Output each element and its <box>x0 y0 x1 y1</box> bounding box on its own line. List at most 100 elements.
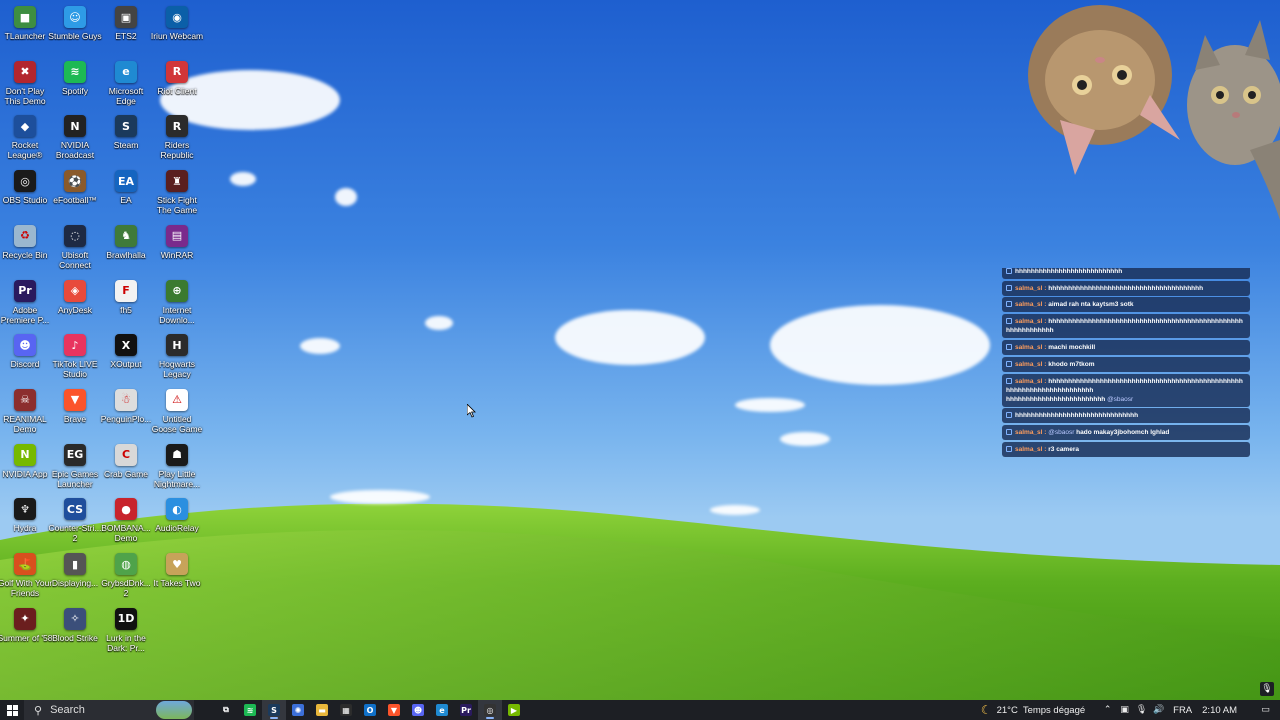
chat-username: salma_sl : <box>1015 285 1047 292</box>
desktop-icon[interactable]: ♞ Brawlhalla <box>101 221 151 275</box>
desktop-icon[interactable]: Ffh5 <box>101 276 151 330</box>
language-indicator[interactable]: FRA <box>1173 705 1192 716</box>
taskbar-app-spotify[interactable]: ≋ <box>238 700 262 720</box>
app-icon: ■ <box>14 6 36 28</box>
app-icon: ◌ <box>64 224 86 247</box>
desktop-icon[interactable]: ◎ OBS Studio <box>0 166 50 220</box>
desktop-icon[interactable]: ▼ Brave <box>50 385 100 439</box>
desktop-icon-label: Don't Play This Demo <box>4 85 46 106</box>
store-icon: ▦ <box>340 704 352 716</box>
desktop-icon[interactable]: H Hogwarts Legacy <box>152 330 202 384</box>
taskbar-app-edge[interactable]: e <box>430 700 454 720</box>
microphone-icon[interactable]: 🎙 <box>1260 682 1274 696</box>
app-icon: e <box>115 60 137 83</box>
desktop-icon[interactable]: ▤ WinRAR <box>152 221 202 275</box>
desktop-icon[interactable]: ♜ Stick Fight The Game <box>152 166 202 220</box>
chat-message: salma_sl : r3 camera <box>1002 442 1250 457</box>
desktop-icon[interactable]: X XOutput <box>101 330 151 384</box>
desktop-icon[interactable]: ✧ Blood Strike <box>50 604 100 658</box>
desktop-icon[interactable]: ≋ Spotify <box>50 57 100 111</box>
desktop-icon-label: Brave <box>63 413 87 424</box>
desktop-icon[interactable]: ◍ GrybsdDnk... 2 <box>101 549 151 603</box>
taskbar-app-task-view[interactable]: ⧉ <box>214 700 238 720</box>
desktop-icon[interactable]: e Microsoft Edge <box>101 57 151 111</box>
taskbar-app-outlook[interactable]: O <box>358 700 382 720</box>
desktop-icon[interactable]: CS Counter-Stri... 2 <box>49 494 101 548</box>
desktop-icon[interactable]: ◌ Ubisoft Connect <box>50 221 100 275</box>
desktop-icon[interactable]: ☺ Stumble Guys <box>48 2 102 56</box>
desktop-icon-label: Internet Downlo... <box>159 304 195 325</box>
start-button[interactable] <box>0 700 24 720</box>
chat-message: salma_sl : hhhhhhhhhhhhhhhhhhhhhhhhhhhhh… <box>1002 314 1250 338</box>
desktop-icon[interactable]: ◐ AudioRelay <box>152 494 202 548</box>
chat-username: salma_sl : <box>1015 301 1047 308</box>
desktop-icon[interactable]: ◆ Rocket League® <box>0 111 50 165</box>
desktop-icon[interactable]: ⚠ Untitled Goose Game <box>152 385 202 439</box>
desktop-icon[interactable]: ▮ Displaying... <box>50 549 100 603</box>
taskbar-app-premiere[interactable]: Pr <box>454 700 478 720</box>
desktop-icon-label: Golf With Your Friends <box>0 578 53 598</box>
desktop-icon-label: TikTok LIVE Studio <box>52 359 98 380</box>
app-icon: ◉ <box>166 6 188 28</box>
taskbar-app-obs[interactable]: ◎ <box>478 700 502 720</box>
volume-icon[interactable]: 🔊 <box>1150 705 1167 715</box>
desktop-icon[interactable]: C Crab Game <box>101 440 151 494</box>
desktop-icon[interactable]: ☠ REANIMAL Demo <box>0 385 50 439</box>
outlook-icon: O <box>364 704 376 716</box>
desktop-icon[interactable]: ◉ Iriun Webcam <box>151 2 203 56</box>
chat-message: hhhhhhhhhhhhhhhhhhhhhhhhhhhhhhh <box>1002 408 1250 423</box>
desktop-icon-label: REANIMAL Demo <box>3 413 47 434</box>
desktop-icon[interactable]: ♪ TikTok LIVE Studio <box>50 330 100 384</box>
desktop-icon[interactable]: ✦ Summer of '58 <box>0 604 53 658</box>
desktop-icon[interactable]: ◈ AnyDesk <box>50 276 100 330</box>
taskbar-app-copilot[interactable]: ✺ <box>286 700 310 720</box>
desktop-icon[interactable]: ♥ It Takes Two <box>152 549 202 603</box>
desktop-icon[interactable]: ⊕ Internet Downlo... <box>152 276 202 330</box>
app-icon: ☻ <box>14 334 36 357</box>
weather-desc: Temps dégagé <box>1022 704 1086 716</box>
clock[interactable]: 2:10 AM <box>1202 705 1237 716</box>
desktop-icon[interactable]: ■ TLauncher <box>0 2 50 56</box>
desktop-icon[interactable]: ☗ Play Little Nightmare... <box>152 440 202 494</box>
app-icon: ⊕ <box>166 279 188 302</box>
taskbar-app-file-explorer[interactable]: ▬ <box>310 700 334 720</box>
desktop-icon[interactable]: EA EA <box>101 166 151 220</box>
desktop-icon[interactable]: ☻ Discord <box>0 330 50 384</box>
notification-icon[interactable]: ▭ <box>1257 705 1274 715</box>
chevron-up-icon[interactable]: ⌃ <box>1099 705 1116 715</box>
taskbar-search-box[interactable]: ⚲ Search <box>24 700 194 720</box>
weather-widget[interactable]: ☾ 21°C Temps dégagé <box>981 703 1085 717</box>
taskbar-app-nvidia[interactable]: ▶ <box>502 700 526 720</box>
desktop-icon[interactable]: N NVIDIA App <box>0 440 50 494</box>
taskbar-app-steam[interactable]: S <box>262 700 286 720</box>
desktop-icon[interactable]: ☃ PenguinPlo... <box>101 385 151 439</box>
desktop-icon[interactable]: ♻ Recycle Bin <box>0 221 50 275</box>
desktop-icon[interactable]: N NVIDIA Broadcast <box>50 111 100 165</box>
app-icon: ▮ <box>64 553 86 575</box>
taskbar-app-brave[interactable]: ▼ <box>382 700 406 720</box>
chat-mention: @sbaosr <box>1048 429 1075 436</box>
chat-text: hhhhhhhhhhhhhhhhhhhhhhhhhhhhhhh <box>1015 412 1139 419</box>
desktop-icon[interactable]: EG Epic Games Launcher <box>50 440 100 494</box>
edge-icon: e <box>436 704 448 716</box>
desktop-icon[interactable]: Pr Adobe Premiere P... <box>0 276 50 330</box>
desktop-icon[interactable]: ▣ ETS2 <box>101 2 151 56</box>
desktop-icon[interactable]: ⚽ eFootball™ <box>50 166 100 220</box>
chat-platform-icon <box>1006 268 1012 275</box>
taskbar-app-store[interactable]: ▦ <box>334 700 358 720</box>
microphone-tray-icon[interactable]: 🎙 <box>1133 705 1150 715</box>
desktop-icon[interactable]: ♆ Hydra <box>0 494 50 548</box>
desktop-icon[interactable]: ⛳ Golf With Your Friends <box>0 549 53 603</box>
desktop-icon[interactable]: 1D Lurk in the Dark: Pr... <box>101 604 151 658</box>
desktop-icon[interactable]: R Riot Client <box>152 57 202 111</box>
app-icon: ▼ <box>64 388 86 411</box>
taskbar-app-discord[interactable]: ☻ <box>406 700 430 720</box>
desktop-icon[interactable]: R Riders Republic <box>152 111 202 165</box>
desktop-icon-label: Rocket League® <box>7 140 43 161</box>
desktop-icon[interactable]: ● BOMBANA... Demo <box>101 494 151 548</box>
desktop-icon-label: Microsoft Edge <box>108 85 144 106</box>
desktop-icon[interactable]: S Steam <box>101 111 151 165</box>
desktop-icon-label: Hogwarts Legacy <box>159 359 195 380</box>
meet-now-icon[interactable]: ▣ <box>1116 705 1133 715</box>
desktop-icon[interactable]: ✖ Don't Play This Demo <box>0 57 50 111</box>
